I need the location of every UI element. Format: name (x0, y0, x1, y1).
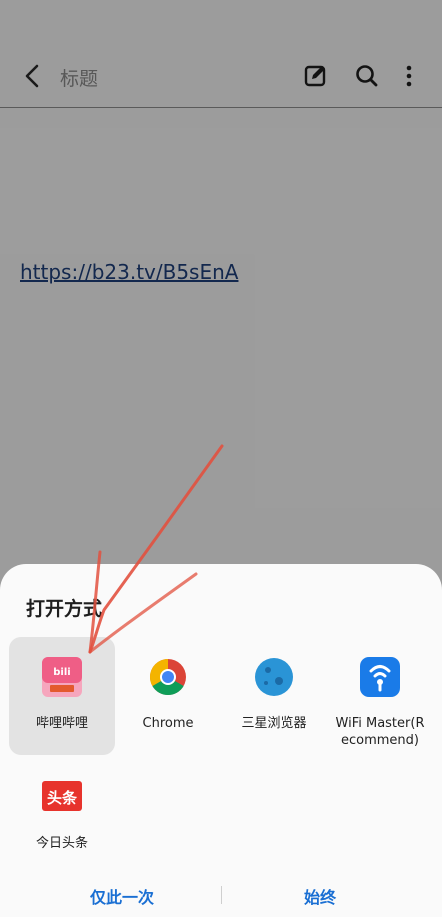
always-button[interactable]: 始终 (304, 884, 336, 908)
app-option-wifi-master[interactable]: WiFi Master(R ecommend) (327, 637, 433, 755)
chrome-icon (149, 659, 186, 696)
app-label: 哔哩哔哩 (35, 716, 88, 731)
app-option-samsung-internet[interactable]: 三星浏览器 (221, 637, 327, 755)
app-option-chrome[interactable]: Chrome (115, 637, 221, 755)
action-divider (221, 886, 222, 904)
open-with-sheet: 打开方式 bili 哔哩哔哩 Chrome 三星浏览器 WiFi Master(… (0, 564, 442, 917)
wifi-master-icon (360, 657, 400, 697)
app-label: Chrome (142, 716, 194, 731)
app-label-line: WiFi Master(R (335, 716, 425, 731)
bilibili-icon: bili (42, 657, 82, 697)
toutiao-icon: 头条 (42, 781, 82, 811)
just-once-button[interactable]: 仅此一次 (90, 884, 154, 908)
app-label-line: ecommend) (341, 733, 419, 748)
sheet-title: 打开方式 (26, 598, 103, 620)
app-label: WiFi Master(R ecommend) (327, 715, 433, 749)
app-option-toutiao[interactable]: 头条 今日头条 (9, 757, 115, 875)
app-label: 今日头条 (35, 836, 88, 851)
svg-text:头条: 头条 (47, 789, 78, 807)
samsung-internet-icon (255, 658, 293, 696)
svg-text:bili: bili (53, 667, 70, 678)
app-label: 三星浏览器 (241, 716, 307, 731)
app-option-bilibili[interactable]: bili 哔哩哔哩 (9, 637, 115, 755)
